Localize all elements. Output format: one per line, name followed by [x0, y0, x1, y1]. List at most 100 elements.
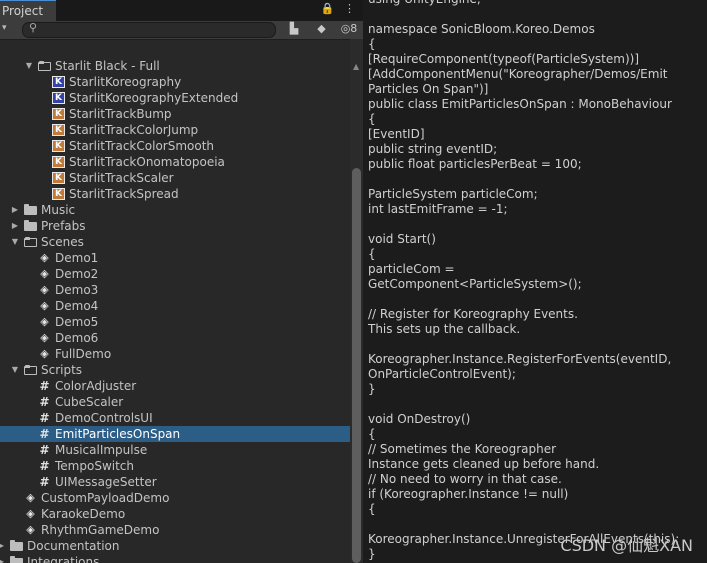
tree-item-starlittrackbump[interactable]: K StarlitTrackBump [0, 106, 350, 122]
unity-scene-icon: ◈ [40, 347, 49, 360]
tree-item-uimessagesetter[interactable]: # UIMessageSetter [0, 474, 350, 490]
koreography-track-icon: K [52, 140, 65, 152]
tree-item-demo1[interactable]: ◈ Demo1 [0, 250, 350, 266]
tree-item-label: KaraokeDemo [41, 507, 126, 521]
tree-item-prefabs[interactable]: ▶ Prefabs [0, 218, 350, 234]
tree-item-starlit-black-full[interactable]: ▼ Starlit Black - Full [0, 58, 350, 74]
code-line: { [368, 112, 376, 126]
tree-item-demo2[interactable]: ◈ Demo2 [0, 266, 350, 282]
tree-item-integrations[interactable]: ▶ Integrations [0, 554, 350, 563]
tree-item-label: UIMessageSetter [55, 475, 157, 489]
tree-item-label: StarlitTrackOnomatopoeia [69, 155, 225, 169]
expand-arrow-right-icon[interactable]: ▶ [10, 218, 20, 234]
lock-icon[interactable]: 🔒 [321, 2, 335, 15]
tree-item-emitparticlesonspan[interactable]: # EmitParticlesOnSpan [0, 426, 350, 442]
koreography-track-icon: K [52, 156, 65, 168]
tree-item-label: StarlitTrackBump [69, 107, 172, 121]
code-line: Koreographer.Instance.RegisterForEvents(… [368, 352, 672, 366]
tree-item-label: StarlitTrackSpread [69, 187, 179, 201]
code-line: Particles On Span")] [368, 82, 489, 96]
code-line: { [368, 37, 376, 51]
tree-item-scenes[interactable]: ▼ Scenes [0, 234, 350, 250]
code-line: particleCom = [368, 262, 455, 276]
kebab-menu-icon[interactable]: ⋮ [344, 2, 355, 15]
csharp-script-icon: # [39, 443, 50, 457]
tree-item-coloradjuster[interactable]: # ColorAdjuster [0, 378, 350, 394]
tree-item-starlitkoreographyextended[interactable]: K StarlitKoreographyExtended [0, 90, 350, 106]
tree-item-starlittrackonomatopoeia[interactable]: K StarlitTrackOnomatopoeia [0, 154, 350, 170]
tab-bar: Project 🔒 ⋮ [0, 0, 363, 21]
tree-item-music[interactable]: ▶ Music [0, 202, 350, 218]
scroll-up-icon[interactable]: ▲ [353, 62, 359, 71]
code-line: ParticleSystem particleCom; [368, 187, 538, 201]
tab-project[interactable]: Project [0, 0, 56, 21]
expand-arrow-right-icon[interactable]: ▶ [0, 554, 6, 563]
tree-item-custompayloaddemo[interactable]: ◈ CustomPayloadDemo [0, 490, 350, 506]
search-input[interactable]: ⚲ [22, 21, 276, 38]
expand-arrow-right-icon[interactable]: ▶ [10, 202, 20, 218]
create-dropdown-icon[interactable]: ▾ [2, 23, 7, 33]
toolbar-icons: ▙ ◆ ◎8 [282, 22, 361, 38]
expand-arrow-down-icon[interactable]: ▼ [24, 58, 34, 74]
code-line: public class EmitParticlesOnSpan : MonoB… [368, 97, 672, 111]
code-line: int lastEmitFrame = -1; [368, 202, 508, 216]
tree-item-demo5[interactable]: ◈ Demo5 [0, 314, 350, 330]
tree-item-demo6[interactable]: ◈ Demo6 [0, 330, 350, 346]
tree-item-temposwitch[interactable]: # TempoSwitch [0, 458, 350, 474]
csharp-script-icon: # [39, 427, 50, 441]
tree-scrollbar-thumb[interactable] [352, 168, 361, 563]
tree-item-karaokedemo[interactable]: ◈ KaraokeDemo [0, 506, 350, 522]
tree-item-label: Scripts [41, 363, 83, 377]
tree-item-label: Demo2 [55, 267, 99, 281]
code-line: { [368, 502, 376, 516]
code-line: public float particlesPerBeat = 100; [368, 157, 582, 171]
tree-item-label: Music [41, 203, 76, 217]
unity-scene-icon: ◈ [40, 331, 49, 344]
tree-item-documentation[interactable]: ▶ Documentation [0, 538, 350, 554]
search-by-type-icon[interactable]: ▙ [282, 22, 306, 35]
code-line: void Start() [368, 232, 436, 246]
project-toolbar: ▾ ⚲ ▙ ◆ ◎8 [0, 21, 363, 40]
tree-item-label: Demo3 [55, 283, 99, 297]
tree-item-fulldemo[interactable]: ◈ FullDemo [0, 346, 350, 362]
hidden-packages-toggle[interactable]: ◎8 [337, 22, 361, 35]
tree-item-starlittrackscaler[interactable]: K StarlitTrackScaler [0, 170, 350, 186]
unity-scene-icon: ◈ [26, 523, 35, 536]
tree-item-starlittrackspread[interactable]: K StarlitTrackSpread [0, 186, 350, 202]
unity-scene-icon: ◈ [26, 507, 35, 520]
code-line: // Register for Koreography Events. [368, 307, 578, 321]
code-line: [EventID] [368, 127, 425, 141]
koreography-track-icon: K [52, 172, 65, 184]
tree-item-starlittrackcolorjump[interactable]: K StarlitTrackColorJump [0, 122, 350, 138]
folder-icon [24, 220, 37, 231]
code-line: OnParticleControlEvent); [368, 367, 516, 381]
search-icon: ⚲ [29, 21, 38, 34]
koreography-icon: K [52, 92, 65, 104]
tree-item-demo4[interactable]: ◈ Demo4 [0, 298, 350, 314]
expand-arrow-down-icon[interactable]: ▼ [10, 362, 20, 378]
tree-item-label: TempoSwitch [55, 459, 134, 473]
tree-item-rhythmgamedemo[interactable]: ◈ RhythmGameDemo [0, 522, 350, 538]
tree-item-label: Documentation [27, 539, 120, 553]
code-editor: using UnityEngine; namespace SonicBloom.K… [363, 0, 707, 563]
search-by-label-icon[interactable]: ◆ [310, 22, 334, 35]
csharp-script-icon: # [39, 459, 50, 473]
tree-item-label: Demo5 [55, 315, 99, 329]
tree-item-starlitkoreography[interactable]: K StarlitKoreography [0, 74, 350, 90]
tree-item-demo3[interactable]: ◈ Demo3 [0, 282, 350, 298]
tree-item-scripts[interactable]: ▼ Scripts [0, 362, 350, 378]
tree-item-label: EmitParticlesOnSpan [55, 427, 181, 441]
tree-item-musicalimpulse[interactable]: # MusicalImpulse [0, 442, 350, 458]
tree-item-democontrolsui[interactable]: # DemoControlsUI [0, 410, 350, 426]
folder-open-icon [24, 365, 37, 375]
expand-arrow-right-icon[interactable]: ▶ [0, 538, 6, 554]
folder-icon [10, 556, 23, 563]
code-line: // No need to worry in that case. [368, 472, 562, 486]
code-line: [RequireComponent(typeof(ParticleSystem)… [368, 52, 640, 66]
tree-item-label: CustomPayloadDemo [41, 491, 170, 505]
tree-item-cubescaler[interactable]: # CubeScaler [0, 394, 350, 410]
unity-scene-icon: ◈ [26, 491, 35, 504]
tree-item-starlittrackcolorsmooth[interactable]: K StarlitTrackColorSmooth [0, 138, 350, 154]
expand-arrow-down-icon[interactable]: ▼ [10, 234, 20, 250]
code-line: } [368, 382, 376, 396]
